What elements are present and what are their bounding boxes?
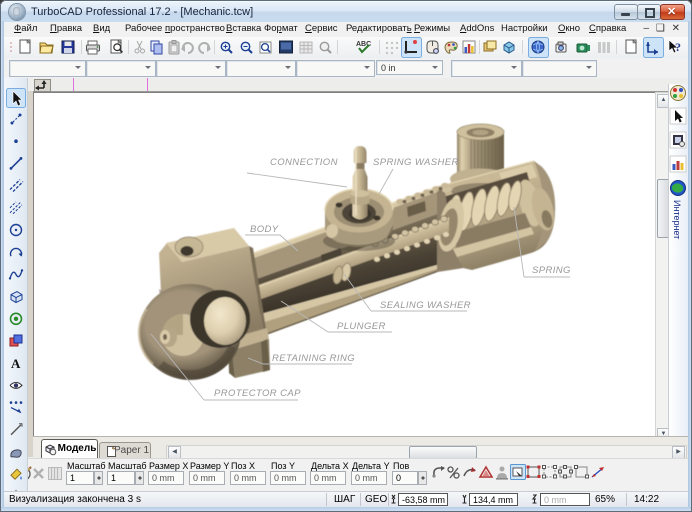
- svg-text:ABC: ABC: [356, 41, 371, 48]
- svg-text:SPRING WASHER: SPRING WASHER: [373, 157, 459, 168]
- svg-text:?: ?: [675, 40, 681, 54]
- svg-text:CONNECTION: CONNECTION: [270, 157, 338, 168]
- svg-text:PLUNGER: PLUNGER: [337, 321, 386, 332]
- svg-text:BODY: BODY: [250, 224, 279, 235]
- svg-text:A: A: [11, 356, 21, 371]
- svg-text:SEALING WASHER: SEALING WASHER: [380, 300, 471, 311]
- svg-text:SPRING: SPRING: [532, 265, 571, 276]
- svg-text:RETAINING RING: RETAINING RING: [272, 353, 355, 364]
- svg-text:PROTECTOR CAP: PROTECTOR CAP: [214, 388, 301, 399]
